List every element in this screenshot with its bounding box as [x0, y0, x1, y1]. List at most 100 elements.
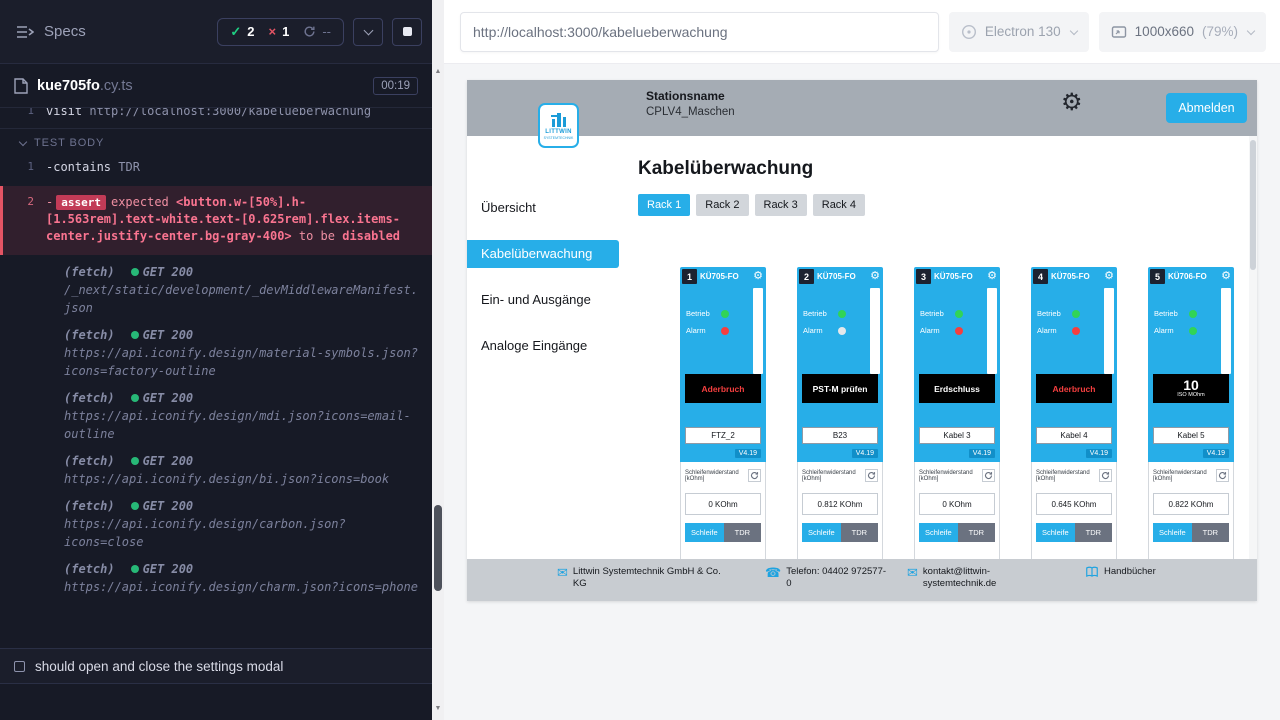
station-name: CPLV4_Maschen	[646, 106, 735, 118]
refresh-icon	[303, 25, 316, 38]
cypress-reporter: Specs ✓2 ×1 -- kue705fo.cy.ts 00:19 1 vi…	[0, 0, 432, 720]
footer-item[interactable]: ✉ ☎ Littwin Systemtechnik GmbH & Co. KG	[557, 566, 723, 590]
alarm-led	[955, 327, 963, 335]
scroll-down-arrow-icon[interactable]: ▼	[432, 703, 444, 715]
failed-count: 1	[282, 24, 289, 39]
chevron-down-icon	[1069, 26, 1077, 34]
loop-resistance-label: Schleifenwiderstand [kOhm]	[802, 470, 865, 482]
footer-item-text: Telefon: 04402 972577-0	[786, 566, 890, 590]
tdr-button[interactable]: TDR	[724, 523, 761, 542]
stop-tests-button[interactable]	[392, 18, 422, 46]
command-assert-failed[interactable]: 2 -assertexpected <button.w-[50%].h-[1.5…	[0, 186, 432, 255]
card-gear-icon[interactable]: ⚙	[753, 271, 763, 282]
alarm-led	[1189, 327, 1197, 335]
firmware-version: V4.19	[735, 449, 761, 458]
schleife-button[interactable]: Schleife	[1036, 523, 1075, 542]
fetch-url: https://api.iconify.design/carbon.json?i…	[64, 515, 420, 551]
tdr-button[interactable]: TDR	[841, 523, 878, 542]
alarm-led-row: Alarm	[686, 326, 729, 335]
specs-menu[interactable]: Specs	[16, 23, 86, 40]
scrollbar-thumb[interactable]	[434, 505, 442, 591]
loop-resistance-value: 0 KOhm	[919, 493, 995, 515]
aut-panel: Electron 130 1000x660 (79%) Stationsname…	[444, 0, 1280, 720]
fetch-log-row[interactable]: (fetch)GET 200 https://api.iconify.desig…	[0, 560, 432, 605]
collapse-reporter-button[interactable]	[353, 18, 383, 46]
command-number: 1	[0, 108, 46, 120]
card-number-badge: 5	[1150, 269, 1165, 284]
alarm-label: Alarm	[1154, 326, 1184, 335]
card-gear-icon[interactable]: ⚙	[987, 271, 997, 282]
status-display: 10 ISO MOhm	[1153, 374, 1229, 403]
browser-select[interactable]: Electron 130	[949, 12, 1089, 52]
nav-item[interactable]: Übersicht	[467, 194, 619, 222]
refresh-button[interactable]	[982, 469, 995, 482]
section-chevron-icon	[19, 138, 27, 146]
spec-name[interactable]: kue705fo.cy.ts	[37, 78, 133, 94]
card-gear-icon[interactable]: ⚙	[1221, 271, 1231, 282]
fetch-log-row[interactable]: (fetch)GET 200 https://api.iconify.desig…	[0, 497, 432, 560]
refresh-button[interactable]	[865, 469, 878, 482]
nav-item[interactable]: Ein- und Ausgänge	[467, 286, 619, 314]
browser-label: Electron 130	[985, 24, 1061, 39]
loop-resistance-label: Schleifenwiderstand [kOhm]	[1036, 470, 1099, 482]
test-body-section[interactable]: TEST BODY	[0, 128, 432, 155]
footer-item[interactable]: ✉ ☎ Telefon: 04402 972577-0	[765, 566, 890, 590]
passed-stat: ✓2	[230, 24, 254, 40]
fetch-log-row[interactable]: (fetch)GET 200 https://api.iconify.desig…	[0, 452, 432, 497]
nav-item-label: Übersicht	[481, 200, 536, 215]
nav-item-label: Kabelüberwachung	[481, 246, 592, 261]
schleife-button[interactable]: Schleife	[919, 523, 958, 542]
rack-tabs: Rack 1 Rack 2 Rack 3 Rack 4	[638, 194, 865, 216]
app-scrollbar-thumb[interactable]	[1250, 140, 1256, 270]
status-ok-dot	[131, 565, 139, 573]
schleife-button[interactable]: Schleife	[685, 523, 724, 542]
reporter-header: Specs ✓2 ×1 --	[0, 0, 432, 64]
viewport-select[interactable]: 1000x660 (79%)	[1099, 12, 1266, 52]
refresh-button[interactable]	[1216, 469, 1229, 482]
status-text: Aderbruch	[1053, 384, 1096, 394]
fetch-log-row[interactable]: (fetch)GET 200 https://api.iconify.desig…	[0, 389, 432, 452]
pending-stat: --	[303, 24, 331, 39]
refresh-icon	[750, 471, 759, 480]
firmware-version: V4.19	[969, 449, 995, 458]
app-scrollbar[interactable]	[1249, 136, 1257, 559]
card-number-badge: 2	[799, 269, 814, 284]
schleife-button[interactable]: Schleife	[1153, 523, 1192, 542]
command-visit[interactable]: 1 visit http://localhost:3000/kabelueber…	[0, 108, 432, 124]
tdr-button[interactable]: TDR	[1075, 523, 1112, 542]
card-gear-icon[interactable]: ⚙	[870, 271, 880, 282]
fetch-log-row[interactable]: (fetch)GET 200 https://api.iconify.desig…	[0, 326, 432, 389]
cable-name: Kabel 4	[1036, 427, 1112, 444]
firmware-version: V4.19	[852, 449, 878, 458]
next-test-row[interactable]: should open and close the settings modal	[0, 648, 432, 684]
status-text: Erdschluss	[934, 384, 980, 394]
settings-gear-icon[interactable]: ⚙	[1061, 91, 1083, 115]
fetch-status: GET 200	[143, 265, 194, 279]
card-gear-icon[interactable]: ⚙	[1104, 271, 1114, 282]
tdr-button[interactable]: TDR	[1192, 523, 1229, 542]
reporter-scrollbar[interactable]: ▲ ▼	[432, 0, 444, 720]
chevron-down-icon	[363, 25, 373, 35]
refresh-button[interactable]	[748, 469, 761, 482]
tdr-button[interactable]: TDR	[958, 523, 995, 542]
rack-tab[interactable]: Rack 4	[813, 194, 865, 216]
nav-item[interactable]: Kabelüberwachung	[467, 240, 619, 268]
loop-resistance-value: 0.645 KOhm	[1036, 493, 1112, 515]
fetch-label: (fetch)	[64, 265, 115, 279]
url-bar[interactable]	[460, 12, 939, 52]
rack-tab[interactable]: Rack 1	[638, 194, 690, 216]
logout-button[interactable]: Abmelden	[1166, 93, 1247, 123]
rack-tab[interactable]: Rack 3	[755, 194, 807, 216]
footer-item[interactable]: ✉ ☎ Handbücher	[1085, 566, 1156, 578]
refresh-icon	[867, 471, 876, 480]
refresh-button[interactable]	[1099, 469, 1112, 482]
schleife-button[interactable]: Schleife	[802, 523, 841, 542]
scroll-up-arrow-icon[interactable]: ▲	[432, 66, 444, 78]
fetch-url: https://api.iconify.design/charm.json?ic…	[64, 578, 420, 596]
nav-item[interactable]: Analoge Eingänge	[467, 332, 619, 360]
footer-item[interactable]: ✉ ☎ kontakt@littwin-systemtechnik.de	[907, 566, 1019, 590]
rack-tab[interactable]: Rack 2	[696, 194, 748, 216]
fetch-log-row[interactable]: (fetch)GET 200 /_next/static/development…	[0, 263, 432, 326]
command-contains[interactable]: 1 -contains TDR	[0, 155, 432, 180]
refresh-icon	[1218, 471, 1227, 480]
